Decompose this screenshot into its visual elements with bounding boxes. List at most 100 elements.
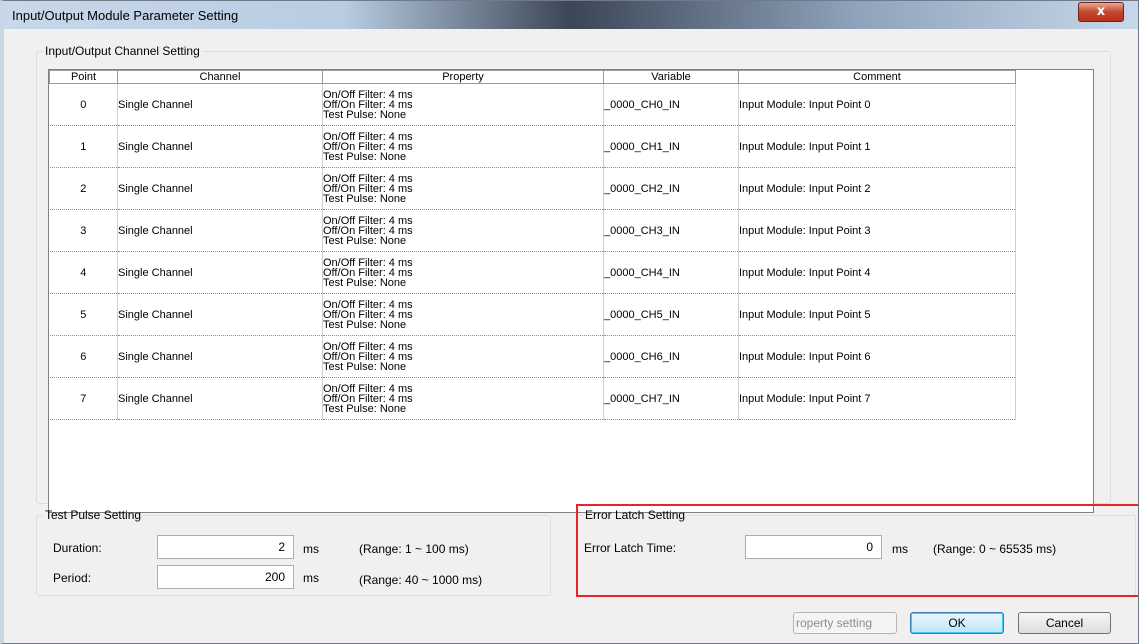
point-cell[interactable]: 3 xyxy=(49,209,118,252)
table-row[interactable]: 5 Single Channel On/Off Filter: 4 ms Off/On… xyxy=(49,293,1016,336)
property-cell[interactable]: On/Off Filter: 4 ms Off/On Filter: 4 ms Te… xyxy=(322,83,604,126)
variable-cell[interactable]: _0000_CH7_IN xyxy=(603,377,739,420)
property-line: Test Pulse: None xyxy=(323,402,407,415)
comment-cell[interactable]: Input Module: Input Point 6 xyxy=(738,335,1016,378)
comment-cell[interactable]: Input Module: Input Point 5 xyxy=(738,293,1016,336)
property-line: Test Pulse: None xyxy=(323,318,407,331)
property-line: Test Pulse: None xyxy=(323,360,407,373)
period-unit: ms xyxy=(303,571,319,585)
property-line: Off/On Filter: 4 ms xyxy=(323,308,413,321)
property-cell[interactable]: On/Off Filter: 4 ms Off/On Filter: 4 ms Te… xyxy=(322,377,604,420)
channel-setting-group: Input/Output Channel Setting Point Chann… xyxy=(36,44,1111,513)
channel-cell[interactable]: Single Channel xyxy=(117,167,323,210)
column-header-property[interactable]: Property xyxy=(322,70,604,84)
channel-cell[interactable]: Single Channel xyxy=(117,209,323,252)
property-line: Test Pulse: None xyxy=(323,108,407,121)
channel-cell[interactable]: Single Channel xyxy=(117,83,323,126)
channel-setting-legend: Input/Output Channel Setting xyxy=(45,44,200,58)
property-setting-button[interactable]: roperty setting xyxy=(793,612,897,634)
table-row[interactable]: 4 Single Channel On/Off Filter: 4 ms Off/On… xyxy=(49,251,1016,294)
table-header-row: Point Channel Property Variable Comment xyxy=(49,70,1016,84)
column-header-comment[interactable]: Comment xyxy=(738,70,1016,84)
duration-unit: ms xyxy=(303,542,319,556)
point-cell[interactable]: 2 xyxy=(49,167,118,210)
window-title: Input/Output Module Parameter Setting xyxy=(12,8,239,23)
table-row[interactable]: 3 Single Channel On/Off Filter: 4 ms Off/On… xyxy=(49,209,1016,252)
property-cell[interactable]: On/Off Filter: 4 ms Off/On Filter: 4 ms Te… xyxy=(322,167,604,210)
cancel-button[interactable]: Cancel xyxy=(1018,612,1111,634)
property-line: Off/On Filter: 4 ms xyxy=(323,350,413,363)
property-line: On/Off Filter: 4 ms xyxy=(323,256,413,269)
property-line: Off/On Filter: 4 ms xyxy=(323,182,413,195)
variable-cell[interactable]: _0000_CH5_IN xyxy=(603,293,739,336)
table-row[interactable]: 7 Single Channel On/Off Filter: 4 ms Off/On… xyxy=(49,377,1016,420)
point-cell[interactable]: 1 xyxy=(49,125,118,168)
period-input[interactable]: 200 xyxy=(157,565,294,589)
duration-input[interactable]: 2 xyxy=(157,535,294,559)
comment-cell[interactable]: Input Module: Input Point 7 xyxy=(738,377,1016,420)
property-line: On/Off Filter: 4 ms xyxy=(323,130,413,143)
channel-table-container[interactable]: Point Channel Property Variable Comment … xyxy=(48,69,1094,513)
table-row[interactable]: 6 Single Channel On/Off Filter: 4 ms Off/On… xyxy=(49,335,1016,378)
property-line: Test Pulse: None xyxy=(323,234,407,247)
property-line: Test Pulse: None xyxy=(323,150,407,163)
property-line: Off/On Filter: 4 ms xyxy=(323,266,413,279)
property-line: Off/On Filter: 4 ms xyxy=(323,98,413,111)
point-cell[interactable]: 5 xyxy=(49,293,118,336)
property-cell[interactable]: On/Off Filter: 4 ms Off/On Filter: 4 ms Te… xyxy=(322,251,604,294)
error-latch-highlight-box xyxy=(576,504,1138,597)
property-line: Off/On Filter: 4 ms xyxy=(323,392,413,405)
column-header-point[interactable]: Point xyxy=(49,70,118,84)
table-row[interactable]: 2 Single Channel On/Off Filter: 4 ms Off/On… xyxy=(49,167,1016,210)
point-cell[interactable]: 7 xyxy=(49,377,118,420)
period-label: Period: xyxy=(53,571,92,585)
property-line: On/Off Filter: 4 ms xyxy=(323,340,413,353)
duration-label: Duration: xyxy=(53,541,102,555)
test-pulse-group: Test Pulse Setting Duration: 2 ms (Range… xyxy=(36,508,551,596)
channel-cell[interactable]: Single Channel xyxy=(117,293,323,336)
table-row[interactable]: 0 Single Channel On/Off Filter: 4 ms Off/On… xyxy=(49,83,1016,126)
channel-cell[interactable]: Single Channel xyxy=(117,251,323,294)
point-cell[interactable]: 0 xyxy=(49,83,118,126)
comment-cell[interactable]: Input Module: Input Point 0 xyxy=(738,83,1016,126)
column-header-channel[interactable]: Channel xyxy=(117,70,323,84)
point-cell[interactable]: 4 xyxy=(49,251,118,294)
comment-cell[interactable]: Input Module: Input Point 1 xyxy=(738,125,1016,168)
variable-cell[interactable]: _0000_CH4_IN xyxy=(603,251,739,294)
variable-cell[interactable]: _0000_CH6_IN xyxy=(603,335,739,378)
close-icon: x xyxy=(1096,4,1106,19)
ok-button[interactable]: OK xyxy=(910,612,1004,634)
variable-cell[interactable]: _0000_CH0_IN xyxy=(603,83,739,126)
close-button[interactable]: x xyxy=(1078,2,1124,22)
property-line: Off/On Filter: 4 ms xyxy=(323,224,413,237)
property-cell[interactable]: On/Off Filter: 4 ms Off/On Filter: 4 ms Te… xyxy=(322,209,604,252)
table-row[interactable]: 1 Single Channel On/Off Filter: 4 ms Off/On… xyxy=(49,125,1016,168)
duration-range: (Range: 1 ~ 100 ms) xyxy=(359,542,469,556)
channel-cell[interactable]: Single Channel xyxy=(117,125,323,168)
point-cell[interactable]: 6 xyxy=(49,335,118,378)
property-cell[interactable]: On/Off Filter: 4 ms Off/On Filter: 4 ms Te… xyxy=(322,125,604,168)
comment-cell[interactable]: Input Module: Input Point 4 xyxy=(738,251,1016,294)
test-pulse-legend: Test Pulse Setting xyxy=(45,508,142,522)
comment-cell[interactable]: Input Module: Input Point 3 xyxy=(738,209,1016,252)
channel-table: Point Channel Property Variable Comment … xyxy=(49,70,1016,420)
property-line: On/Off Filter: 4 ms xyxy=(323,172,413,185)
channel-cell[interactable]: Single Channel xyxy=(117,335,323,378)
channel-table-body: 0 Single Channel On/Off Filter: 4 ms Off/On… xyxy=(49,83,1016,420)
title-bar[interactable]: Input/Output Module Parameter Setting x xyxy=(4,1,1138,29)
property-line: Test Pulse: None xyxy=(323,192,407,205)
period-range: (Range: 40 ~ 1000 ms) xyxy=(359,573,483,587)
column-header-variable[interactable]: Variable xyxy=(603,70,739,84)
property-line: Test Pulse: None xyxy=(323,276,407,289)
property-cell[interactable]: On/Off Filter: 4 ms Off/On Filter: 4 ms Te… xyxy=(322,335,604,378)
channel-cell[interactable]: Single Channel xyxy=(117,377,323,420)
property-line: On/Off Filter: 4 ms xyxy=(323,88,413,101)
dialog-client-area: Input/Output Channel Setting Point Chann… xyxy=(14,29,1138,634)
property-line: On/Off Filter: 4 ms xyxy=(323,382,413,395)
variable-cell[interactable]: _0000_CH3_IN xyxy=(603,209,739,252)
comment-cell[interactable]: Input Module: Input Point 2 xyxy=(738,167,1016,210)
variable-cell[interactable]: _0000_CH2_IN xyxy=(603,167,739,210)
property-line: On/Off Filter: 4 ms xyxy=(323,298,413,311)
property-cell[interactable]: On/Off Filter: 4 ms Off/On Filter: 4 ms Te… xyxy=(322,293,604,336)
variable-cell[interactable]: _0000_CH1_IN xyxy=(603,125,739,168)
